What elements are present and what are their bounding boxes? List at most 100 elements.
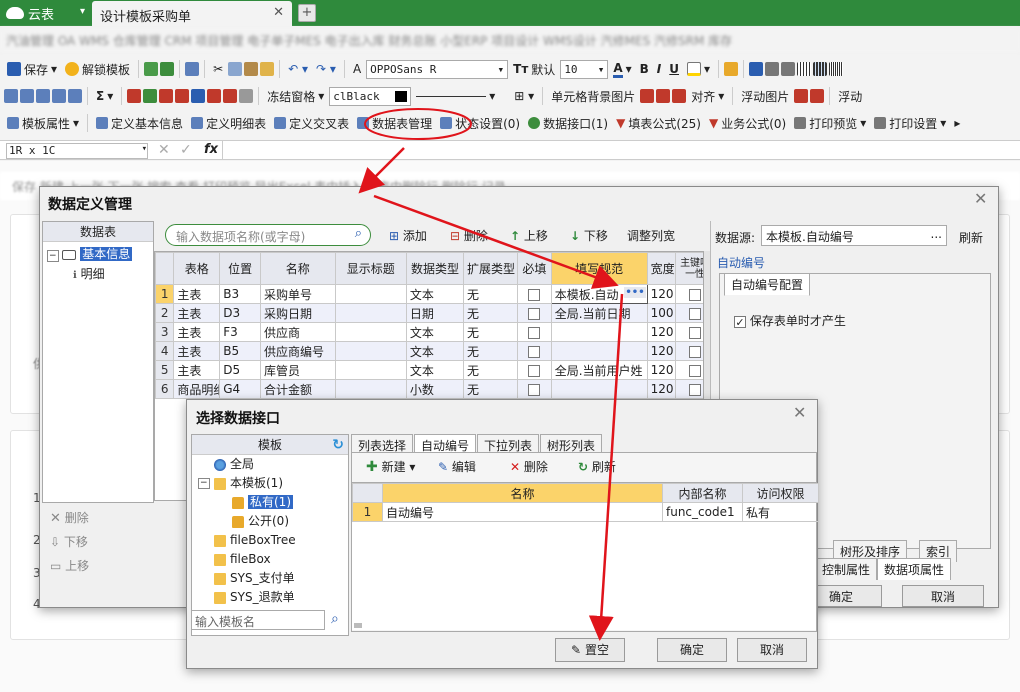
side-delete-button[interactable]: ✕ 删除 bbox=[50, 509, 89, 526]
column-header[interactable]: 必填 bbox=[517, 252, 552, 285]
ext-type-cell[interactable]: 无 bbox=[462, 303, 519, 323]
datasource-browse-button[interactable]: ... bbox=[931, 227, 942, 241]
column-header[interactable]: 表格 bbox=[173, 252, 221, 285]
italic-button[interactable]: I bbox=[654, 59, 664, 79]
add-field-button[interactable]: ⊞ 添加 bbox=[389, 227, 427, 244]
type-cell[interactable]: 文本 bbox=[405, 341, 465, 361]
horizontal-scrollbar[interactable] bbox=[354, 623, 362, 628]
interface-access-cell[interactable]: 私有 bbox=[742, 502, 819, 522]
align-button[interactable]: 对齐 ▾ bbox=[688, 86, 727, 106]
print-preview-button[interactable]: 打印预览 ▾ bbox=[791, 113, 869, 133]
primary-key-checkbox[interactable] bbox=[689, 345, 702, 358]
ext-type-cell[interactable]: 无 bbox=[462, 360, 519, 380]
column-header-fill-rule[interactable]: 填写规范 bbox=[550, 252, 648, 285]
tree-item-basic[interactable]: − 基本信息 bbox=[43, 242, 153, 265]
fill-color-button[interactable]: ▾ bbox=[684, 59, 713, 79]
primary-key-cell[interactable] bbox=[675, 322, 703, 342]
required-checkbox[interactable] bbox=[528, 307, 541, 320]
field-search-input[interactable]: 输入数据项名称(或字母) ⌕ bbox=[165, 224, 371, 246]
business-formula-button[interactable]: ▼ 业务公式(0) bbox=[706, 113, 789, 133]
required-checkbox[interactable] bbox=[528, 383, 541, 396]
width-cell[interactable]: 100 bbox=[646, 303, 677, 323]
title-cell[interactable] bbox=[334, 303, 407, 323]
refresh-interface-button[interactable]: ↻ 刷新 bbox=[578, 458, 616, 475]
tree-item[interactable]: fileBox bbox=[192, 550, 348, 569]
grid-icon-3[interactable] bbox=[36, 89, 50, 103]
tree-item[interactable]: 公开(0) bbox=[192, 512, 348, 531]
name-cell[interactable]: 采购单号 bbox=[260, 284, 336, 304]
more-icon[interactable]: ▸ bbox=[951, 113, 963, 133]
ext-type-cell[interactable]: 无 bbox=[462, 379, 519, 399]
width-cell[interactable]: 120 bbox=[646, 341, 677, 361]
save-only-checkbox[interactable] bbox=[734, 315, 746, 328]
column-header[interactable]: 显示标题 bbox=[334, 252, 407, 285]
primary-key-checkbox[interactable] bbox=[689, 288, 702, 301]
line-style-select[interactable]: ▾ bbox=[413, 86, 509, 106]
insert-row-icon[interactable] bbox=[127, 89, 142, 103]
delete-field-button[interactable]: ⊟ 删除 bbox=[450, 227, 488, 244]
auto-number-link[interactable]: 自动编号 bbox=[717, 254, 765, 271]
primary-key-cell[interactable] bbox=[675, 284, 703, 304]
ext-type-cell[interactable]: 无 bbox=[462, 322, 519, 342]
collapse-icon[interactable]: − bbox=[198, 478, 210, 489]
delete-col-icon[interactable] bbox=[175, 89, 190, 103]
position-cell[interactable]: D3 bbox=[219, 303, 262, 323]
type-cell[interactable]: 文本 bbox=[405, 322, 465, 342]
collapse-icon[interactable]: − bbox=[47, 250, 59, 262]
table-cell[interactable]: 主表 bbox=[173, 322, 221, 342]
table-cell[interactable]: 主表 bbox=[173, 360, 221, 380]
paste-icon[interactable] bbox=[244, 62, 259, 76]
required-checkbox[interactable] bbox=[528, 326, 541, 339]
print-settings-button[interactable]: 打印设置 ▾ bbox=[871, 113, 949, 133]
primary-key-checkbox[interactable] bbox=[689, 383, 702, 396]
undo-icon[interactable]: ↶ ▾ bbox=[285, 59, 311, 79]
position-cell[interactable]: D5 bbox=[219, 360, 262, 380]
ext-type-cell[interactable]: 无 bbox=[462, 341, 519, 361]
font-size-select[interactable]: 10 ▾ bbox=[560, 59, 609, 79]
dialog-cancel-button[interactable]: 取消 bbox=[737, 638, 807, 662]
column-header[interactable]: 位置 bbox=[219, 252, 262, 285]
lock-cell-icon[interactable] bbox=[724, 62, 739, 76]
name-cell[interactable]: 采购日期 bbox=[260, 303, 336, 323]
edit-interface-button[interactable]: ✎ 编辑 bbox=[438, 458, 476, 475]
define-cross-button[interactable]: 定义交叉表 bbox=[271, 113, 352, 133]
confirm-formula-icon[interactable]: ✓ bbox=[180, 142, 192, 158]
column-header[interactable]: 宽度 bbox=[646, 252, 677, 285]
freeze-panes-button[interactable]: 冻结窗格 ▾ bbox=[264, 86, 327, 106]
table-cell[interactable]: 主表 bbox=[173, 341, 221, 361]
interface-inner-name-cell[interactable]: func_code1 bbox=[662, 502, 743, 522]
align-left-icon[interactable] bbox=[749, 62, 764, 76]
app-logo[interactable]: 云表 bbox=[6, 3, 76, 23]
close-dialog-icon[interactable]: ✕ bbox=[974, 189, 987, 208]
define-basic-button[interactable]: 定义基本信息 bbox=[93, 113, 186, 133]
data-interface-button[interactable]: 数据接口(1) bbox=[525, 113, 611, 133]
width-cell[interactable]: 120 bbox=[646, 322, 677, 342]
position-cell[interactable]: F3 bbox=[219, 322, 262, 342]
table-row[interactable]: 1 自动编号 func_code1 私有 bbox=[352, 502, 819, 522]
tree-item-detail[interactable]: ℹ 明细 bbox=[43, 265, 153, 282]
table-row[interactable]: 6商品明细G4合计金额 小数无 120 bbox=[155, 379, 703, 399]
bg-image-add-icon[interactable] bbox=[640, 89, 655, 103]
import-excel-icon[interactable] bbox=[160, 62, 175, 76]
required-checkbox[interactable] bbox=[528, 364, 541, 377]
grid-icon-2[interactable] bbox=[20, 89, 34, 103]
required-cell[interactable] bbox=[517, 341, 552, 361]
color-select[interactable]: clBlack bbox=[329, 86, 412, 106]
tree-item[interactable]: 私有(1) bbox=[192, 493, 348, 512]
clear-button[interactable]: ✎ 置空 bbox=[555, 638, 625, 662]
title-cell[interactable] bbox=[334, 322, 407, 342]
primary-key-cell[interactable] bbox=[675, 303, 703, 323]
name-cell[interactable]: 库管员 bbox=[260, 360, 336, 380]
table-row[interactable]: 4 主表 B5 供应商编号 文本无 120 bbox=[155, 341, 703, 361]
type-cell[interactable]: 文本 bbox=[405, 284, 465, 304]
bg-image-remove-icon[interactable] bbox=[656, 89, 671, 103]
tab-design-template[interactable]: 设计模板采购单 ✕ bbox=[92, 1, 292, 26]
width-cell[interactable]: 120 bbox=[646, 284, 677, 304]
dialog-ok-button[interactable]: 确定 bbox=[657, 638, 727, 662]
required-cell[interactable] bbox=[517, 379, 552, 399]
tree-item[interactable]: SYS_支付单 bbox=[192, 569, 348, 588]
move-up-button[interactable]: ↑ 上移 bbox=[510, 227, 548, 244]
grid-icon-1[interactable] bbox=[4, 89, 18, 103]
barcode-alt-icon[interactable] bbox=[829, 62, 844, 76]
table-row[interactable]: 2 主表 D3 采购日期 日期无 全局.当前日期 100 bbox=[155, 303, 703, 323]
